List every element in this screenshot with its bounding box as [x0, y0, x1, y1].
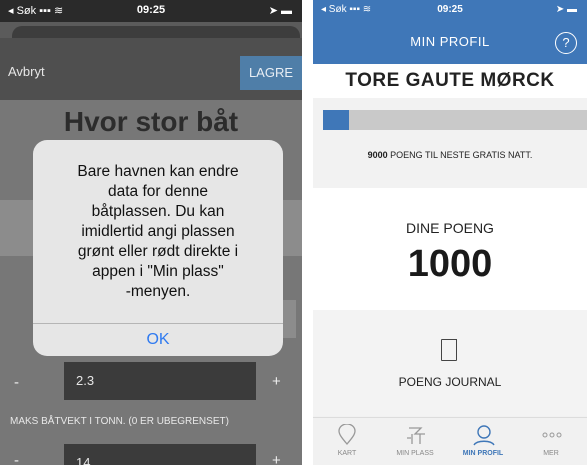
alert-line: imidlertid angi plassen: [81, 223, 235, 240]
weight-label: MAKS BÅTVEKT I TONN. (0 ER UBEGRENSET): [10, 416, 229, 427]
points-value: 1000: [407, 243, 493, 285]
right-status-battery: ➤ ▬: [555, 4, 577, 15]
length-minus-button[interactable]: -: [14, 374, 19, 391]
help-icon[interactable]: ?: [555, 32, 577, 54]
weight-minus-button[interactable]: -: [14, 452, 19, 465]
tab-kart[interactable]: KART: [313, 418, 381, 465]
tab-mer[interactable]: MER: [517, 418, 585, 465]
points-card: DINE POENG 1000: [313, 188, 587, 310]
alert-ok-button[interactable]: OK: [33, 325, 283, 355]
progress-section: 9000 POENG TIL NESTE GRATIS NATT.: [313, 98, 587, 196]
screenshot-divider: [302, 0, 313, 465]
alert-line: Bare havnen kan endre: [77, 163, 239, 180]
alert-divider: [33, 323, 283, 324]
map-pin-icon: [338, 424, 356, 445]
progress-caption-text: POENG TIL NESTE GRATIS NATT.: [387, 150, 533, 160]
alert-message: Bare havnen kan endre data for denne båt…: [45, 162, 271, 302]
length-input[interactable]: 2.3: [64, 362, 256, 400]
weight-plus-button[interactable]: +: [272, 452, 281, 465]
more-icon: [542, 432, 562, 438]
left-phone-screen: ◂ Søk ▪▪▪ ≋ 09:25 ➤ ▬ Avbryt LAGRE Hvor …: [0, 0, 302, 465]
alert-line: data for denne: [108, 183, 208, 200]
points-progress-fill: [323, 110, 350, 130]
right-status-time: 09:25: [437, 4, 463, 15]
right-phone-screen: ◂ Søk ▪▪▪ ≋ 09:25 ➤ ▬ MIN PROFIL ? TORE …: [313, 0, 587, 465]
tab-label-min-plass: MIN PLASS: [396, 450, 434, 457]
screenshot-root: ◂ Søk ▪▪▪ ≋ 09:25 ➤ ▬ Avbryt LAGRE Hvor …: [0, 0, 587, 465]
cancel-button[interactable]: Avbryt: [8, 64, 45, 79]
tab-label-min-profil: MIN PROFIL: [462, 450, 504, 457]
points-journal-button[interactable]: POENG JOURNAL: [313, 310, 587, 416]
left-status-bar: ◂ Søk ▪▪▪ ≋ 09:25 ➤ ▬: [0, 0, 302, 22]
alert-line: grønt eller rødt direkte i: [77, 243, 239, 260]
tab-bar: KART MIN PLASS MIN PROFIL MER: [313, 417, 587, 465]
alert-line: -menyen.: [125, 283, 191, 300]
points-progress-bar: [323, 110, 587, 130]
boat-icon: [407, 427, 425, 444]
points-label: DINE POENG: [406, 220, 494, 236]
tab-min-profil[interactable]: MIN PROFIL: [449, 418, 517, 465]
length-plus-button[interactable]: +: [272, 373, 281, 390]
progress-points-needed: 9000: [367, 150, 388, 160]
alert-dialog: Bare havnen kan endre data for denne båt…: [33, 140, 283, 356]
left-status-battery: ➤ ▬: [268, 5, 292, 17]
user-icon: [473, 425, 495, 446]
weight-input[interactable]: 14: [64, 444, 256, 465]
edit-navbar: Avbryt LAGRE: [0, 38, 302, 100]
page-heading: Hvor stor båt: [63, 106, 239, 137]
progress-caption: 9000 POENG TIL NESTE GRATIS NATT.: [313, 150, 587, 160]
save-button[interactable]: LAGRE: [240, 56, 302, 90]
left-status-time: 09:25: [136, 4, 166, 16]
tab-label-mer: MER: [543, 450, 559, 457]
alert-line: båtplassen. Du kan: [91, 203, 225, 220]
journal-book-icon: [441, 339, 457, 361]
tab-label-kart: KART: [337, 450, 357, 457]
journal-label: POENG JOURNAL: [398, 375, 502, 389]
page-title: MIN PROFIL: [410, 34, 490, 49]
profile-header: ◂ Søk ▪▪▪ ≋ 09:25 ➤ ▬ MIN PROFIL ?: [313, 0, 587, 64]
profile-name: TORE GAUTE MØRCK: [313, 64, 587, 98]
tab-min-plass[interactable]: MIN PLASS: [381, 418, 449, 465]
alert-line: appen i "Min plass": [92, 263, 224, 280]
